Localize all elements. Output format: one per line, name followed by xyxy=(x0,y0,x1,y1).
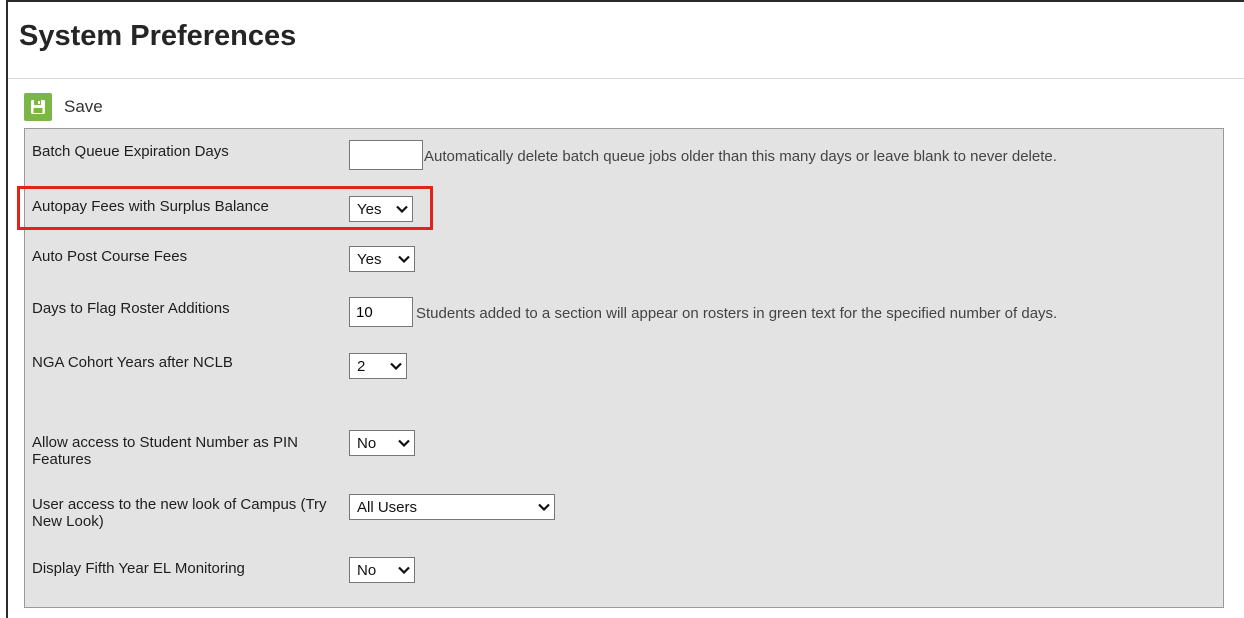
chevron-down-icon xyxy=(394,247,414,271)
window-top-border xyxy=(6,0,1244,2)
new-look-access-label: User access to the new look of Campus (T… xyxy=(32,496,327,530)
nga-cohort-years-label: NGA Cohort Years after NCLB xyxy=(32,354,233,371)
student-number-pin-value: No xyxy=(357,434,377,452)
auto-post-course-fees-value: Yes xyxy=(357,250,382,268)
highlight-annotation-box xyxy=(17,186,433,230)
fifth-year-el-label: Display Fifth Year EL Monitoring xyxy=(32,560,245,577)
window-left-border xyxy=(6,0,8,618)
chevron-down-icon xyxy=(386,354,406,378)
nga-cohort-years-value: 2 xyxy=(357,357,366,375)
chevron-down-icon xyxy=(394,558,414,582)
days-flag-roster-help: Students added to a section will appear … xyxy=(416,305,1058,322)
batch-queue-expiration-input[interactable] xyxy=(349,140,423,170)
nga-cohort-years-select[interactable]: 2 xyxy=(349,353,407,379)
student-number-pin-label: Allow access to Student Number as PIN Fe… xyxy=(32,434,298,468)
chevron-down-icon xyxy=(534,495,554,519)
chevron-down-icon xyxy=(394,431,414,455)
new-look-access-select[interactable]: All Users xyxy=(349,494,555,520)
batch-queue-expiration-help: Automatically delete batch queue jobs ol… xyxy=(424,148,1057,165)
days-flag-roster-label: Days to Flag Roster Additions xyxy=(32,300,230,317)
save-button-label: Save xyxy=(64,97,103,116)
fifth-year-el-select[interactable]: No xyxy=(349,557,415,583)
days-flag-roster-input[interactable] xyxy=(349,297,413,327)
title-divider xyxy=(8,78,1244,79)
batch-queue-expiration-label: Batch Queue Expiration Days xyxy=(32,143,229,160)
auto-post-course-fees-label: Auto Post Course Fees xyxy=(32,248,188,265)
auto-post-course-fees-select[interactable]: Yes xyxy=(349,246,415,272)
save-button[interactable]: Save xyxy=(24,92,103,122)
student-number-pin-select[interactable]: No xyxy=(349,430,415,456)
fifth-year-el-value: No xyxy=(357,561,377,579)
new-look-access-value: All Users xyxy=(357,498,418,516)
page-title: System Preferences xyxy=(19,20,297,52)
floppy-disk-icon xyxy=(24,93,52,121)
